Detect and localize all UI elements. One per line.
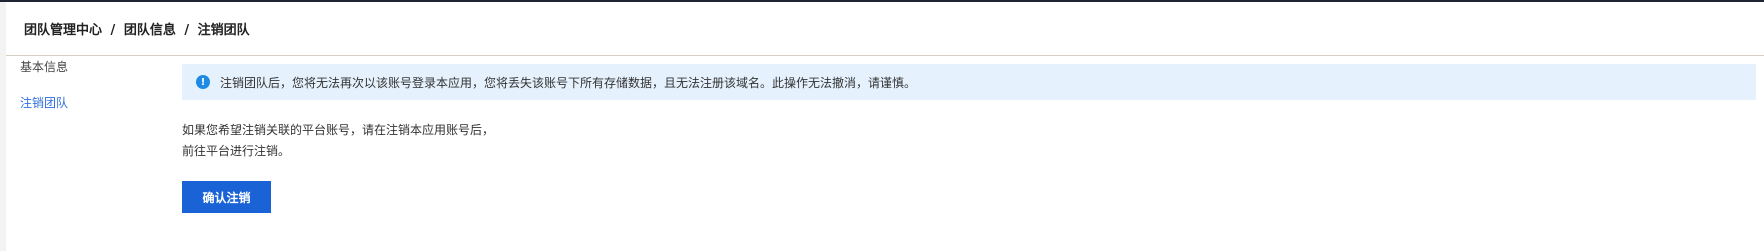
description-text: 如果您希望注销关联的平台账号，请在注销本应用账号后， 前往平台进行注销。 <box>182 120 494 162</box>
sidebar-item-deregister-team[interactable]: 注销团队 <box>20 92 160 128</box>
warning-alert: ! 注销团队后，您将无法再次以该账号登录本应用，您将丢失该账号下所有存储数据，且… <box>182 64 1756 100</box>
sidebar: 基本信息 注销团队 <box>20 56 160 128</box>
page-header: 团队管理中心 / 团队信息 / 注销团队 <box>6 2 1764 56</box>
description-line-1: 如果您希望注销关联的平台账号，请在注销本应用账号后， <box>182 123 495 137</box>
confirm-deregister-button[interactable]: 确认注销 <box>182 181 271 213</box>
breadcrumb-item-deregister-team: 注销团队 <box>197 23 250 38</box>
breadcrumb-item-team-info[interactable]: 团队信息 <box>124 23 176 38</box>
breadcrumb-item-team-center[interactable]: 团队管理中心 <box>24 23 102 38</box>
main-content: 基本信息 注销团队 ! 注销团队后，您将无法再次以该账号登录本应用，您将丢失该账… <box>6 56 1764 251</box>
breadcrumb: 团队管理中心 / 团队信息 / 注销团队 <box>24 19 250 38</box>
alert-text: 注销团队后，您将无法再次以该账号登录本应用，您将丢失该账号下所有存储数据，且无法… <box>220 75 917 90</box>
description-line-2: 前往平台进行注销。 <box>182 144 291 158</box>
breadcrumb-separator: / <box>110 23 116 38</box>
sidebar-item-basic-info[interactable]: 基本信息 <box>20 56 160 92</box>
info-icon: ! <box>196 75 210 89</box>
breadcrumb-separator: / <box>184 23 190 38</box>
